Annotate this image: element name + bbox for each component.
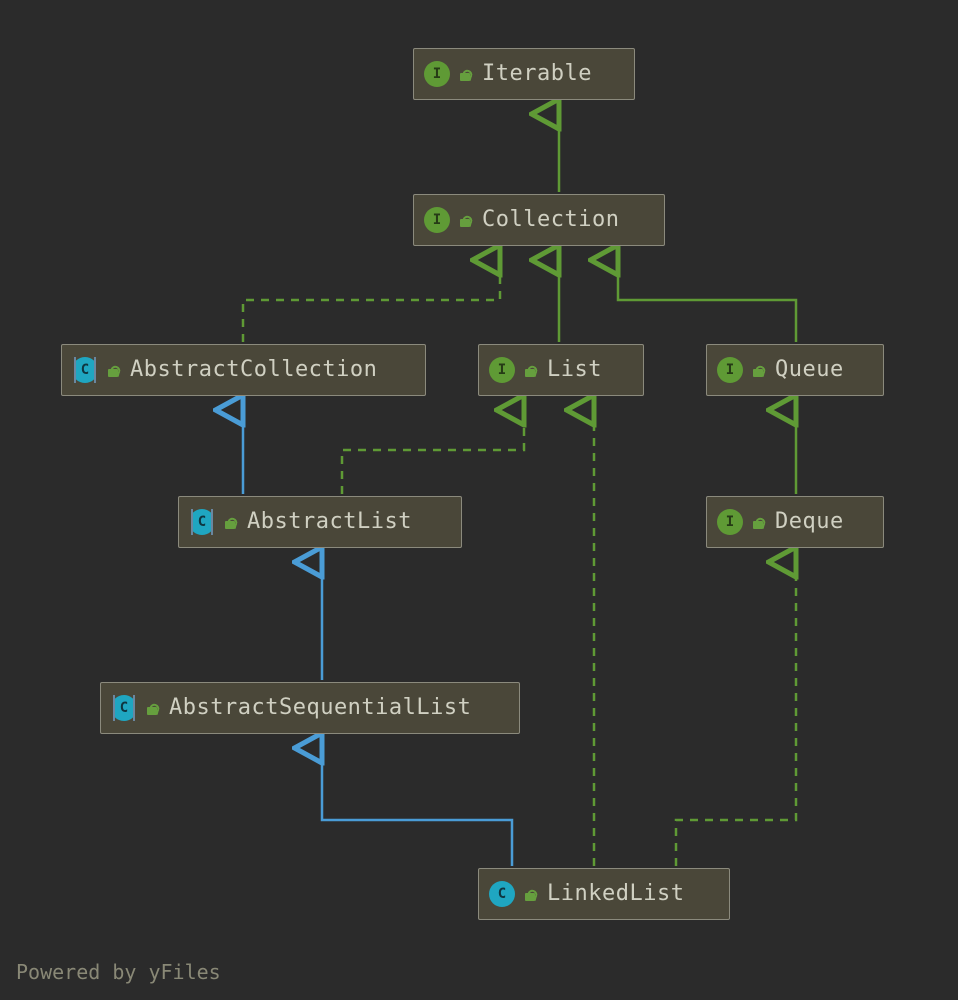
unlock-icon	[523, 887, 537, 901]
node-label: Collection	[482, 209, 619, 231]
node-label: Queue	[775, 359, 844, 381]
edge-queue-collection	[618, 260, 796, 342]
node-abstractcollection[interactable]: C AbstractCollection	[61, 344, 426, 396]
unlock-icon	[458, 213, 472, 227]
node-abstractlist[interactable]: C AbstractList	[178, 496, 462, 548]
node-queue[interactable]: I Queue	[706, 344, 884, 396]
node-abstractsequentiallist[interactable]: C AbstractSequentialList	[100, 682, 520, 734]
unlock-icon	[751, 363, 765, 377]
interface-icon: I	[717, 509, 743, 535]
edge-linkedlist-deque	[676, 562, 796, 866]
class-icon: C	[489, 881, 515, 907]
node-label: AbstractList	[247, 511, 412, 533]
node-label: Deque	[775, 511, 844, 533]
interface-icon: I	[489, 357, 515, 383]
node-label: AbstractCollection	[130, 359, 377, 381]
node-label: AbstractSequentialList	[169, 697, 471, 719]
node-iterable[interactable]: I Iterable	[413, 48, 635, 100]
unlock-icon	[751, 515, 765, 529]
diagram-canvas: I Iterable I Collection C AbstractCollec…	[0, 0, 958, 1000]
unlock-icon	[523, 363, 537, 377]
edge-abscoll-collection	[243, 260, 500, 342]
abstract-class-icon: C	[189, 509, 215, 535]
unlock-icon	[145, 701, 159, 715]
abstract-class-icon: C	[111, 695, 137, 721]
unlock-icon	[106, 363, 120, 377]
node-linkedlist[interactable]: C LinkedList	[478, 868, 730, 920]
node-label: Iterable	[482, 63, 592, 85]
unlock-icon	[458, 67, 472, 81]
interface-icon: I	[424, 207, 450, 233]
abstract-class-icon: C	[72, 357, 98, 383]
interface-icon: I	[424, 61, 450, 87]
node-deque[interactable]: I Deque	[706, 496, 884, 548]
node-list[interactable]: I List	[478, 344, 644, 396]
node-collection[interactable]: I Collection	[413, 194, 665, 246]
edge-linkedlist-absseqlist	[322, 748, 512, 866]
node-label: LinkedList	[547, 883, 684, 905]
node-label: List	[547, 359, 602, 381]
interface-icon: I	[717, 357, 743, 383]
edge-abslist-list	[342, 410, 524, 494]
attribution-text: Powered by yFiles	[16, 960, 221, 984]
unlock-icon	[223, 515, 237, 529]
